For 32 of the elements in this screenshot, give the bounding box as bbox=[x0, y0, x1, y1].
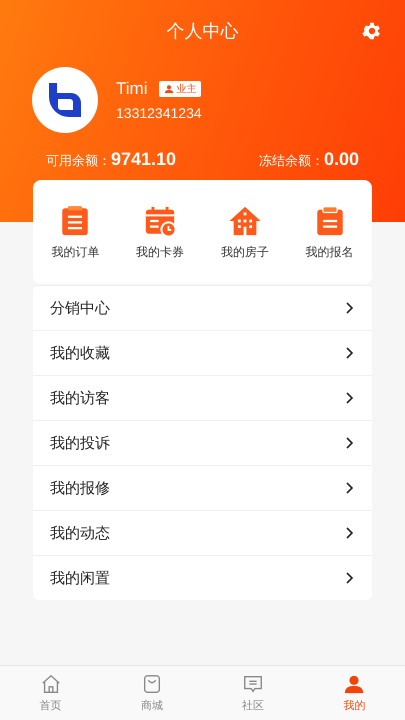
chevron-icon bbox=[346, 392, 354, 404]
chevron-icon bbox=[346, 527, 354, 539]
home-icon bbox=[40, 673, 62, 695]
user-name: Timi bbox=[116, 79, 148, 99]
shortcut-link[interactable]: 我的订单 bbox=[51, 244, 100, 260]
chevron-icon bbox=[346, 572, 354, 584]
page-title: 个人中心 bbox=[166, 20, 238, 43]
balance-value: 9741.10 bbox=[111, 148, 176, 170]
chevron-icon bbox=[346, 437, 354, 449]
menu-item[interactable]: 我的访客 bbox=[33, 375, 372, 420]
menu-item[interactable]: 分销中心 bbox=[33, 285, 372, 330]
chevron-icon bbox=[346, 347, 354, 359]
menu-item[interactable]: 我的闲置 bbox=[33, 555, 372, 600]
balance-value: 0.00 bbox=[324, 148, 359, 170]
chevron-icon bbox=[346, 302, 354, 314]
chat-icon bbox=[242, 673, 264, 695]
role-badge: 业主 bbox=[159, 81, 202, 97]
phone-number: 13312341234 bbox=[116, 105, 202, 121]
logo-icon bbox=[47, 81, 83, 119]
balance-label: 冻结余额： bbox=[258, 152, 324, 170]
shortcut-link[interactable]: 我的房子 bbox=[220, 244, 269, 260]
menu-item[interactable]: 我的动态 bbox=[33, 510, 372, 555]
balance-label: 可用余额： bbox=[46, 152, 111, 170]
menu-item[interactable]: 我的收藏 bbox=[33, 330, 372, 375]
person-icon bbox=[343, 673, 366, 695]
chevron-icon bbox=[346, 482, 354, 494]
menu-item[interactable]: 我的投诉 bbox=[33, 420, 372, 465]
menu-item[interactable]: 我的报修 bbox=[33, 465, 372, 510]
tab[interactable]: 我的 bbox=[304, 666, 405, 720]
shortcut-link[interactable]: 我的报名 bbox=[306, 244, 354, 260]
person-icon bbox=[164, 84, 174, 94]
shortcut-link[interactable]: 我的卡券 bbox=[136, 244, 184, 260]
